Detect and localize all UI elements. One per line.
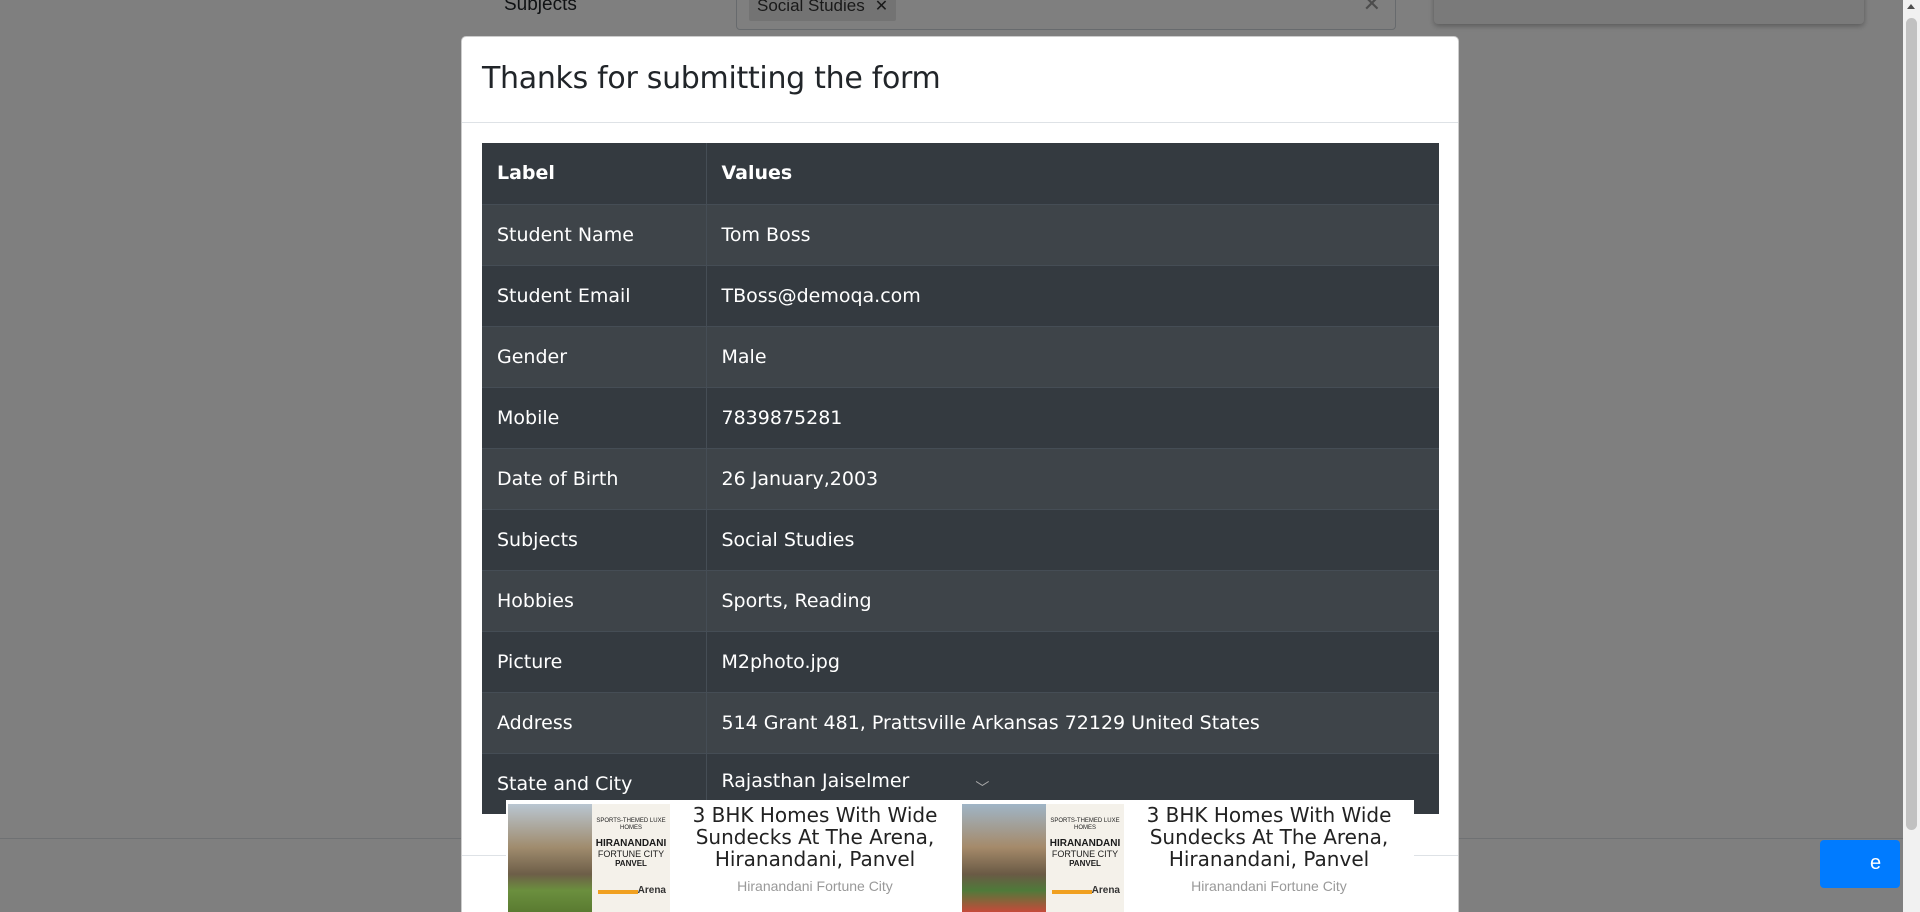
modal-header: Thanks for submitting the form: [462, 37, 1458, 123]
row-label: Mobile: [482, 386, 707, 448]
ad-unit[interactable]: SPORTS-THEMED LUXE HOMES HIRANANDANI FOR…: [506, 800, 960, 912]
table-row: Date of Birth 26 January,2003: [482, 447, 1439, 509]
table-row: Mobile 7839875281: [482, 386, 1439, 448]
arena-logo-icon: Arena: [637, 885, 666, 896]
chevron-down-icon: ﹀: [975, 780, 990, 797]
row-label: Gender: [482, 325, 707, 387]
ad-unit[interactable]: SPORTS-THEMED LUXE HOMES HIRANANDANI FOR…: [960, 800, 1414, 912]
modal-body: Label Values Student Name Tom Boss Stude…: [462, 123, 1458, 834]
ad-panel: SPORTS-THEMED LUXE HOMES HIRANANDANI FOR…: [1046, 804, 1124, 912]
ad-panel-location: PANVEL: [1069, 859, 1101, 868]
table-row: Address 514 Grant 481, Prattsville Arkan…: [482, 691, 1439, 753]
row-label: Address: [482, 691, 707, 753]
table-row: Picture M2photo.jpg: [482, 630, 1439, 692]
building-image: [962, 804, 1046, 912]
row-value: 7839875281: [706, 386, 1439, 448]
row-label: Hobbies: [482, 569, 707, 631]
table-row: Gender Male: [482, 325, 1439, 387]
ad-panel-tag-bar: [598, 890, 638, 894]
row-value: Male: [706, 325, 1439, 387]
modal-title: Thanks for submitting the form: [482, 61, 941, 96]
scroll-up-icon[interactable]: [1907, 4, 1915, 9]
row-value: Sports, Reading: [706, 569, 1439, 631]
ad-headline[interactable]: 3 BHK Homes With Wide Sundecks At The Ar…: [1124, 804, 1414, 870]
close-button-label: e: [1870, 852, 1882, 874]
ad-advertiser[interactable]: Hiranandani Fortune City: [1124, 878, 1414, 894]
row-value: M2photo.jpg: [706, 630, 1439, 692]
ad-panel: SPORTS-THEMED LUXE HOMES HIRANANDANI FOR…: [592, 804, 670, 912]
row-value: 26 January,2003: [706, 447, 1439, 509]
ad-headline[interactable]: 3 BHK Homes With Wide Sundecks At The Ar…: [670, 804, 960, 870]
ad-image[interactable]: SPORTS-THEMED LUXE HOMES HIRANANDANI FOR…: [962, 804, 1124, 912]
ad-panel-project: FORTUNE CITY: [1051, 849, 1119, 859]
table-header-row: Label Values: [482, 143, 1439, 204]
ad-panel-project: FORTUNE CITY: [597, 849, 665, 859]
arena-logo-icon: Arena: [1091, 885, 1120, 896]
ad-panel-tagline: SPORTS-THEMED LUXE HOMES: [1050, 818, 1120, 831]
row-value: TBoss@demoqa.com: [706, 264, 1439, 326]
row-value: Tom Boss: [706, 203, 1439, 265]
row-value: Social Studies: [706, 508, 1439, 570]
row-label: Student Name: [482, 203, 707, 265]
ad-panel-brand: HIRANANDANI: [595, 838, 667, 849]
table-row: Student Email TBoss@demoqa.com: [482, 264, 1439, 326]
ad-panel-brand: HIRANANDANI: [1049, 838, 1121, 849]
header-label: Label: [482, 143, 707, 204]
ad-banner[interactable]: SPORTS-THEMED LUXE HOMES HIRANANDANI FOR…: [506, 800, 1414, 912]
ad-text[interactable]: 3 BHK Homes With Wide Sundecks At The Ar…: [670, 800, 960, 912]
row-label: Subjects: [482, 508, 707, 570]
scrollbar-thumb[interactable]: [1906, 18, 1917, 830]
ad-panel-tag-bar: [1052, 890, 1092, 894]
row-label: Student Email: [482, 264, 707, 326]
submission-modal: Thanks for submitting the form Label Val…: [461, 36, 1459, 912]
row-label: Picture: [482, 630, 707, 692]
results-table: Label Values Student Name Tom Boss Stude…: [482, 143, 1439, 814]
header-values: Values: [721, 162, 793, 185]
ad-advertiser[interactable]: Hiranandani Fortune City: [670, 878, 960, 894]
close-button[interactable]: e: [1820, 840, 1900, 888]
ad-image[interactable]: SPORTS-THEMED LUXE HOMES HIRANANDANI FOR…: [508, 804, 670, 912]
ad-text[interactable]: 3 BHK Homes With Wide Sundecks At The Ar…: [1124, 800, 1414, 912]
table-row: Subjects Social Studies: [482, 508, 1439, 570]
row-label: Date of Birth: [482, 447, 707, 509]
building-image: [508, 804, 592, 912]
row-value: 514 Grant 481, Prattsville Arkansas 7212…: [706, 691, 1439, 753]
row-value-text: Rajasthan Jaiselmer: [721, 769, 910, 792]
page-scrollbar[interactable]: [1903, 0, 1920, 912]
ad-panel-tagline: SPORTS-THEMED LUXE HOMES: [596, 818, 666, 831]
table-row: Hobbies Sports, Reading: [482, 569, 1439, 631]
ad-panel-location: PANVEL: [615, 859, 647, 868]
table-row: Student Name Tom Boss: [482, 203, 1439, 265]
